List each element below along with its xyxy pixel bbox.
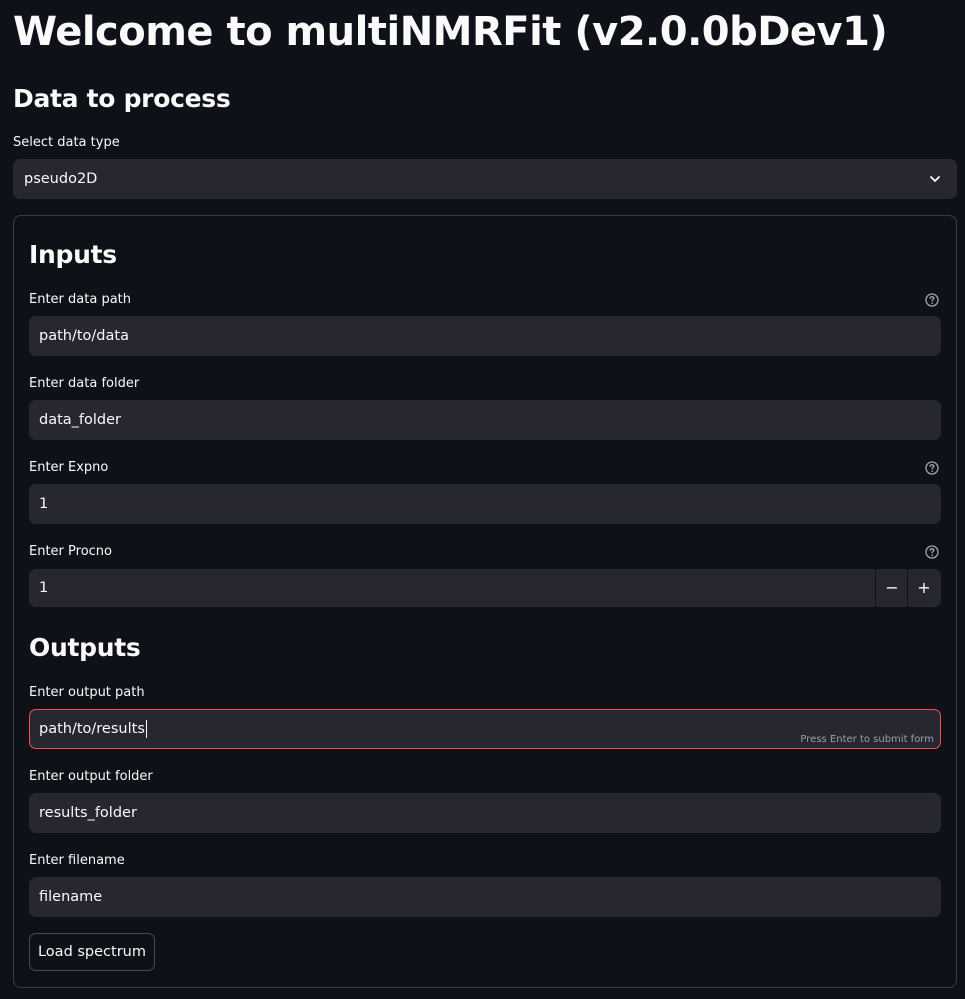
output-path-text: path/to/results [39,721,145,737]
data-path-label: Enter data path [29,292,131,307]
help-icon[interactable] [925,461,939,475]
load-spectrum-button[interactable]: Load spectrum [29,933,155,971]
inputs-header: Inputs [29,240,117,269]
output-folder-label: Enter output folder [29,769,153,784]
procno-number-input[interactable]: 1 − + [29,569,941,607]
data-type-value: pseudo2D [24,171,98,187]
output-path-label: Enter output path [29,685,145,700]
data-type-select[interactable]: pseudo2D [13,159,957,199]
filename-value: filename [39,889,103,905]
chevron-down-icon [930,176,940,182]
procno-label: Enter Procno [29,544,112,559]
data-type-label: Select data type [13,135,120,150]
output-folder-value: results_folder [39,805,137,821]
expno-input[interactable]: 1 [29,484,941,524]
page-title: Welcome to multiNMRFit (v2.0.0bDev1) [13,9,888,55]
data-path-input[interactable]: path/to/data [29,316,941,356]
data-section-header: Data to process [13,84,231,113]
expno-value: 1 [39,496,49,512]
submit-hint: Press Enter to submit form [800,734,934,745]
data-path-value: path/to/data [39,328,129,344]
output-folder-input[interactable]: results_folder [29,793,941,833]
data-folder-label: Enter data folder [29,376,140,391]
output-path-input[interactable]: path/to/results Press Enter to submit fo… [29,709,941,749]
outputs-header: Outputs [29,633,141,662]
help-icon[interactable] [925,293,939,307]
decrement-button[interactable]: − [876,569,908,607]
data-folder-input[interactable]: data_folder [29,400,941,440]
help-icon[interactable] [925,545,939,559]
filename-input[interactable]: filename [29,877,941,917]
text-caret [145,720,147,738]
output-path-value: path/to/results [39,720,147,738]
increment-button[interactable]: + [908,569,940,607]
filename-label: Enter filename [29,853,125,868]
app-page: Welcome to multiNMRFit (v2.0.0bDev1) Dat… [0,0,965,999]
expno-label: Enter Expno [29,460,109,475]
data-folder-value: data_folder [39,412,122,428]
procno-value: 1 [39,580,49,596]
